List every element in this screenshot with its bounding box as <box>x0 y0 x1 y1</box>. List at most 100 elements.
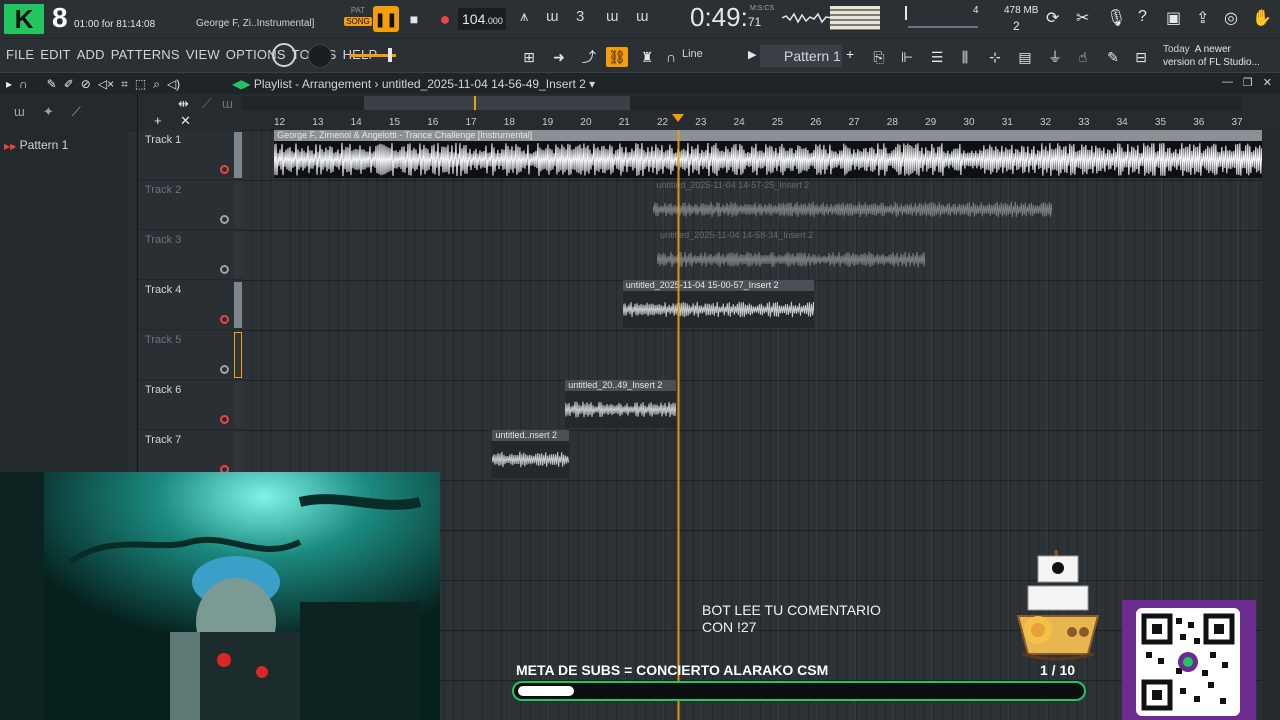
tempo-display[interactable]: 104.000 <box>458 8 506 30</box>
grid-scrollbar[interactable] <box>1262 130 1280 720</box>
overview-thumb[interactable] <box>364 96 630 110</box>
touch-icon[interactable]: ☝ <box>1072 47 1094 67</box>
undo-icon[interactable]: ⟳ <box>1046 8 1059 28</box>
link-icon[interactable]: ⛓ <box>606 47 628 67</box>
wait-input-icon[interactable]: ɯ <box>546 8 559 25</box>
close-icon[interactable]: ✕ <box>1263 76 1272 89</box>
zoom-h-icon[interactable]: ⇹ <box>178 96 189 112</box>
track-name[interactable]: Track 3 <box>145 234 181 246</box>
loop-record-icon[interactable]: ɯ <box>636 8 649 25</box>
paint-icon[interactable]: ✐ <box>64 77 74 92</box>
song-overview[interactable] <box>242 96 1242 110</box>
clip-label[interactable]: untitled_20..49_Insert 2 <box>565 380 677 391</box>
breadcrumb-arrangement[interactable]: Playlist - Arrangement <box>254 77 371 91</box>
maximize-icon[interactable]: ❐ <box>1243 76 1253 89</box>
bar-ruler[interactable]: 12 13 14 15 16 17 18 19 20 21 22 23 24 25 26 27 28 29 30 31… <box>242 114 1280 130</box>
pattern-arrow-icon[interactable]: ▶ <box>748 48 756 61</box>
song-label[interactable]: SONG <box>344 17 372 26</box>
magnet-icon[interactable]: ∩ <box>660 47 682 67</box>
picker-scrollbar[interactable] <box>128 132 136 472</box>
track-name[interactable]: Track 4 <box>145 284 181 296</box>
select-icon[interactable]: ⬚ <box>135 77 146 92</box>
browser-icon[interactable]: ⊹ <box>984 47 1006 67</box>
help-icon[interactable]: ? <box>1138 8 1147 26</box>
magnet-snap-icon[interactable]: ∩ <box>19 77 28 92</box>
export-icon[interactable]: ⇪ <box>1196 8 1209 28</box>
snap-select[interactable]: Line <box>682 48 703 60</box>
track-name[interactable]: Track 5 <box>145 334 181 346</box>
clip-label[interactable]: George F, Zimenol & Angelotti - Trance C… <box>274 130 1262 141</box>
track-color-strip[interactable] <box>234 182 242 228</box>
breadcrumb-arrangement-name[interactable]: untitled_2025-11-04 14-56-49_Insert 2 <box>382 77 586 91</box>
shop-icon[interactable]: ⊟ <box>1130 47 1152 67</box>
menu-patterns[interactable]: PATTERNS <box>111 47 180 62</box>
minimize-icon[interactable]: — <box>1222 76 1233 89</box>
stop-button[interactable]: ■ <box>401 6 427 32</box>
zoom-v-icon[interactable]: ⟋ <box>202 96 211 112</box>
metronome-icon[interactable]: ⩚ <box>520 8 528 25</box>
cut-icon[interactable]: ✂ <box>1076 8 1089 28</box>
menu-arrow-icon[interactable]: ▸ <box>6 77 12 92</box>
audio-clip[interactable]: untitled..nsert 2 <box>492 430 570 478</box>
countdown-icon[interactable]: 3 <box>576 8 584 25</box>
audio-clip[interactable]: untitled_20..49_Insert 2 <box>565 380 677 428</box>
pencil-icon[interactable]: ✎ <box>47 77 57 92</box>
draw-icon[interactable]: ⤴ <box>578 47 600 67</box>
track-record-icon[interactable] <box>220 315 229 324</box>
stamp-icon[interactable]: ♜ <box>636 47 658 67</box>
track-record-icon[interactable] <box>220 215 229 224</box>
audio-clip[interactable]: untitled_2025-11-04 14-57-25_Insert 2 <box>653 180 1052 228</box>
pause-button[interactable]: ❚❚ <box>373 6 399 32</box>
track-header[interactable]: Track 6 <box>138 380 242 430</box>
track-record-icon[interactable] <box>220 165 229 174</box>
microphone-icon[interactable]: 🎙 <box>1106 8 1126 28</box>
track-color-strip[interactable] <box>234 332 242 378</box>
menu-edit[interactable]: EDIT <box>40 47 70 62</box>
track-header[interactable]: Track 1 <box>138 130 242 180</box>
track-record-icon[interactable] <box>220 415 229 424</box>
pat-song-toggle[interactable]: PAT SONG <box>344 6 372 32</box>
track-header[interactable]: Track 4 <box>138 280 242 330</box>
menu-file[interactable]: FILE <box>6 47 34 62</box>
delete-icon[interactable]: ⊘ <box>81 77 91 92</box>
piano-roll-icon[interactable]: ⊩ <box>896 47 918 67</box>
audio-clip[interactable]: untitled_2025-11-04 14-58-34_Insert 2 <box>657 230 926 278</box>
master-slider-thumb[interactable] <box>388 48 392 62</box>
audio-clip[interactable]: untitled_2025-11-04 15-00-57_Insert 2 <box>622 280 815 328</box>
menu-view[interactable]: VIEW <box>186 47 220 62</box>
playlist-arrows-icon[interactable]: ◀▶ <box>232 77 250 91</box>
keyboard-icon[interactable]: ɯ <box>222 96 233 111</box>
hint-icon[interactable]: ✋ <box>1252 8 1272 28</box>
master-pitch-knob[interactable] <box>308 44 332 68</box>
clip-label[interactable]: untitled_2025-11-04 14-57-25_Insert 2 <box>653 180 1051 191</box>
mixer-icon[interactable]: ⫼ <box>954 47 976 67</box>
track-header[interactable]: Track 5 <box>138 330 242 380</box>
track-name[interactable]: Track 1 <box>145 134 181 146</box>
clip-label[interactable]: untitled..nsert 2 <box>492 430 570 441</box>
track-record-icon[interactable] <box>220 265 229 274</box>
playhead-marker-icon[interactable] <box>672 114 685 122</box>
pattern-list-item[interactable]: ▶▶ Pattern 1 <box>4 138 68 152</box>
zoom-icon[interactable]: ⌕ <box>153 77 160 92</box>
track-color-strip[interactable] <box>234 232 242 278</box>
audio-icon[interactable]: ✦ <box>43 104 54 128</box>
news-panel[interactable]: Today A newer version of FL Studio... <box>1163 43 1260 69</box>
remove-track-icon[interactable]: ✕ <box>180 113 191 129</box>
next-icon[interactable]: ➜ <box>548 47 570 67</box>
track-color-strip[interactable] <box>234 382 242 428</box>
track-name[interactable]: Track 6 <box>145 384 181 396</box>
track-header[interactable]: Track 3 <box>138 230 242 280</box>
mute-icon[interactable]: ◁× <box>98 77 114 92</box>
automation-icon[interactable]: ⟋ <box>72 104 81 128</box>
save-icon[interactable]: ▣ <box>1166 8 1181 28</box>
pat-label[interactable]: PAT <box>344 6 372 15</box>
piano-icon[interactable]: ɯ <box>14 104 25 128</box>
track-record-icon[interactable] <box>220 365 229 374</box>
channel-rack-icon[interactable]: ⊞ <box>518 47 540 67</box>
chat-icon[interactable]: ◎ <box>1224 8 1238 28</box>
slice-icon[interactable]: ⌗ <box>121 77 128 92</box>
clip-label[interactable]: untitled_2025-11-04 14-58-34_Insert 2 <box>657 230 925 241</box>
add-track-icon[interactable]: + <box>154 113 162 128</box>
master-volume-knob[interactable] <box>272 43 296 67</box>
track-name[interactable]: Track 2 <box>145 184 181 196</box>
